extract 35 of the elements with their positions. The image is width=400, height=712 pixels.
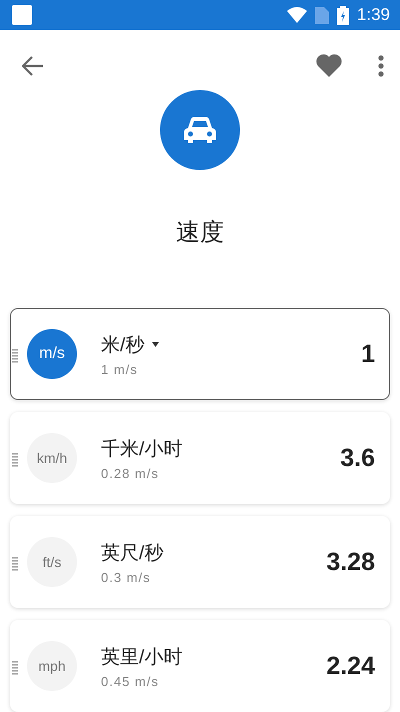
unit-card[interactable]: km/h 千米/小时 0.28 m/s 3.6 [10, 412, 390, 504]
unit-detail: 0.28 m/s [101, 466, 160, 480]
drag-handle-icon[interactable] [12, 661, 18, 675]
unit-symbol: m/s [27, 329, 77, 379]
dropdown-caret-icon[interactable] [152, 342, 160, 347]
drag-handle-icon[interactable] [12, 453, 18, 467]
no-sim-icon [314, 6, 329, 24]
battery-icon [336, 6, 349, 24]
unit-value: 1 [361, 340, 375, 368]
more-menu-icon[interactable] [378, 55, 384, 77]
wifi-icon [286, 7, 307, 23]
unit-symbol: ft/s [27, 537, 77, 587]
drag-handle-icon[interactable] [12, 349, 18, 363]
unit-symbol: km/h [27, 433, 77, 483]
unit-name: 英里/小时 [101, 646, 182, 670]
unit-detail: 0.45 m/s [101, 674, 160, 688]
unit-name: 千米/小时 [101, 438, 182, 462]
unit-card[interactable]: ft/s 英尺/秒 0.3 m/s 3.28 [10, 516, 390, 608]
unit-value: 2.24 [326, 652, 375, 680]
unit-name: 米/秒 [101, 334, 144, 358]
drag-handle-icon[interactable] [12, 557, 18, 571]
unit-detail: 1 m/s [101, 362, 139, 376]
unit-detail: 0.3 m/s [101, 570, 152, 584]
unit-value: 3.6 [340, 444, 375, 472]
page-title: 速度 [176, 218, 224, 248]
car-icon [183, 116, 217, 144]
clock-text: 1:39 [356, 5, 390, 25]
unit-card[interactable]: mph 英里/小时 0.45 m/s 2.24 [10, 620, 390, 712]
unit-symbol: mph [27, 641, 77, 691]
unit-name: 英尺/秒 [101, 542, 164, 566]
heart-icon[interactable] [316, 54, 342, 78]
unit-value: 3.28 [326, 548, 375, 576]
back-arrow-icon[interactable] [22, 56, 44, 76]
unit-card[interactable]: m/s 米/秒 1 m/s 1 [10, 308, 390, 400]
notification-icon [12, 5, 32, 25]
